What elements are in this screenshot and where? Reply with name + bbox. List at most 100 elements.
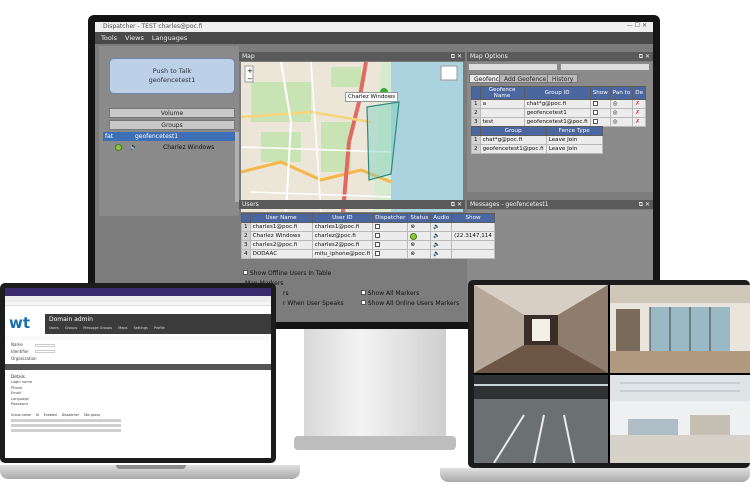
form-label: Login name — [11, 380, 33, 384]
show-all-markers-option[interactable]: Show All Markers — [361, 290, 419, 297]
tab-history[interactable]: History — [547, 74, 579, 83]
table-row[interactable]: 1 charles1@poc.fi charles1@poc.fi ⊗ 🔈 — [241, 222, 495, 232]
show-online-markers-option[interactable]: Show All Online Users Markers — [361, 300, 459, 307]
show-checkbox[interactable] — [589, 99, 611, 109]
status-online-icon — [407, 231, 432, 241]
pan-to-icon[interactable]: ◎ — [609, 108, 634, 118]
nav-maps[interactable]: Maps — [118, 326, 127, 330]
table-row[interactable] — [11, 424, 121, 427]
col-header[interactable]: De — [632, 86, 647, 100]
window-controls-icon[interactable]: — ☐ ✕ — [627, 22, 647, 29]
show-offline-label: Show Offline Users In Table — [249, 270, 332, 277]
group-member-row[interactable]: 🔈 Charlez Windows — [115, 143, 235, 153]
form-input[interactable] — [35, 344, 55, 347]
col-header[interactable]: Geofence Name — [479, 86, 525, 100]
table-row[interactable] — [11, 429, 121, 432]
user-id: mitu_iphone@poc.fi — [311, 249, 374, 259]
selected-group-row[interactable]: fat geofencetest1 — [103, 132, 235, 141]
menu-views[interactable]: Views — [125, 34, 144, 42]
col-header[interactable]: Dispatcher — [372, 213, 409, 223]
panel-float-close-icon[interactable]: ⧉ ✕ — [451, 201, 462, 209]
col-header[interactable]: Status — [407, 213, 432, 223]
nav-message-groups[interactable]: Message Groups — [83, 326, 112, 330]
table-row[interactable]: 2 geofencetest1 ◎ ✗ — [471, 108, 647, 118]
speaker-icon[interactable]: 🔈 — [430, 249, 453, 259]
show-all-markers-checkbox[interactable] — [361, 290, 366, 295]
map-view[interactable]: + − Charlez Windows — [241, 62, 463, 212]
col-header[interactable]: Group ID — [523, 86, 591, 100]
show-offline-option[interactable]: Show Offline Users In Table — [243, 270, 331, 277]
status-offline-icon: ⊗ — [407, 240, 432, 250]
table-row[interactable]: 2 geofencetest1@poc.fi Leave Join — [471, 144, 603, 154]
form-input[interactable] — [35, 350, 55, 353]
dispatcher-checkbox[interactable] — [372, 231, 409, 241]
table-row[interactable] — [11, 419, 121, 422]
fence-group: chat*g@poc.fi — [479, 135, 547, 145]
nav-users[interactable]: Users — [49, 326, 59, 330]
camera-feed-reception[interactable] — [610, 375, 750, 463]
monitor-stand-base — [294, 436, 456, 450]
groups-scrollbar[interactable] — [235, 132, 239, 202]
app-menu-bar: Tools Views Languages — [95, 32, 653, 44]
volume-control[interactable]: Volume — [109, 108, 235, 118]
push-to-talk-button[interactable]: Push to Talk geofencetest1 — [109, 58, 235, 94]
speaker-icon[interactable]: 🔈 — [430, 222, 453, 232]
camera-feed-corridor[interactable] — [474, 285, 608, 373]
geofence-name: a — [479, 99, 525, 109]
col-header[interactable]: Pan to — [609, 86, 634, 100]
user-location: (22.3147,114 — [451, 231, 495, 241]
camera-feed-lobby[interactable] — [610, 285, 750, 373]
table-row[interactable]: 1 chat*g@poc.fi Leave Join — [471, 135, 603, 145]
menu-languages[interactable]: Languages — [152, 34, 187, 42]
dispatcher-checkbox[interactable] — [372, 222, 409, 232]
pan-to-icon[interactable]: ◎ — [609, 99, 634, 109]
speaker-icon[interactable]: 🔈 — [430, 231, 453, 241]
show-offline-checkbox[interactable] — [243, 270, 248, 275]
col-header[interactable]: User Name — [249, 213, 313, 223]
menu-tools[interactable]: Tools — [101, 34, 117, 42]
user-name: Charlez Windows — [249, 231, 313, 241]
browser-tab-bar[interactable] — [5, 288, 271, 296]
delete-icon[interactable]: ✗ — [632, 117, 647, 127]
speaker-icon[interactable]: 🔈 — [130, 143, 139, 151]
map-canvas[interactable]: + − — [241, 62, 463, 212]
col-header[interactable]: Group — [479, 126, 547, 136]
speaker-icon[interactable]: 🔈 — [430, 240, 453, 250]
table-row[interactable]: 4 DODAAC mitu_iphone@poc.fi ⊗ 🔈 — [241, 249, 495, 259]
dispatcher-checkbox[interactable] — [372, 240, 409, 250]
col-header[interactable]: Show — [589, 86, 611, 100]
nav-profile[interactable]: Profile — [154, 326, 165, 330]
map-options-input-2[interactable] — [561, 64, 649, 70]
groups-header: Groups — [109, 120, 235, 130]
tab-add-geofence[interactable]: Add Geofence — [499, 74, 552, 83]
col-header — [241, 213, 251, 223]
show-online-markers-checkbox[interactable] — [361, 300, 366, 305]
table-row[interactable]: 1 a chat*g@poc.fi ◎ ✗ — [471, 99, 647, 109]
delete-icon[interactable]: ✗ — [632, 99, 647, 109]
delete-icon[interactable]: ✗ — [632, 108, 647, 118]
col-header[interactable]: User ID — [311, 213, 374, 223]
geofence-group: chat*g@poc.fi — [523, 99, 591, 109]
marker-option-fragment: rs — [283, 290, 289, 297]
row-index: 1 — [471, 99, 481, 109]
map-options-input-1[interactable] — [469, 64, 557, 70]
nav-settings[interactable]: Settings — [133, 326, 147, 330]
camera-feed-garage[interactable] — [474, 375, 608, 463]
nav-groups[interactable]: Groups — [65, 326, 77, 330]
panel-float-close-icon[interactable]: ⧉ ✕ — [451, 53, 462, 61]
map-options-title: Map Options — [470, 53, 508, 60]
col-header[interactable]: Audio — [430, 213, 453, 223]
table-row[interactable]: 2 Charlez Windows charlez@poc.fi 🔈 (22.3… — [241, 231, 495, 241]
col-header[interactable]: Fence Type — [545, 126, 603, 136]
dispatcher-checkbox[interactable] — [372, 249, 409, 259]
laptop-left-lip — [116, 465, 186, 469]
map-options-header: Map Options ⧉ ✕ — [467, 52, 653, 61]
show-checkbox[interactable] — [589, 108, 611, 118]
pan-to-icon[interactable]: ◎ — [609, 117, 634, 127]
user-id: charles1@poc.fi — [311, 222, 374, 232]
table-row[interactable]: 3 charles2@poc.fi charles2@poc.fi ⊗ 🔈 — [241, 240, 495, 250]
user-location — [451, 240, 495, 250]
col-header[interactable]: Show — [451, 213, 495, 223]
panel-float-close-icon[interactable]: ⧉ ✕ — [639, 201, 650, 209]
panel-float-close-icon[interactable]: ⧉ ✕ — [639, 53, 650, 61]
